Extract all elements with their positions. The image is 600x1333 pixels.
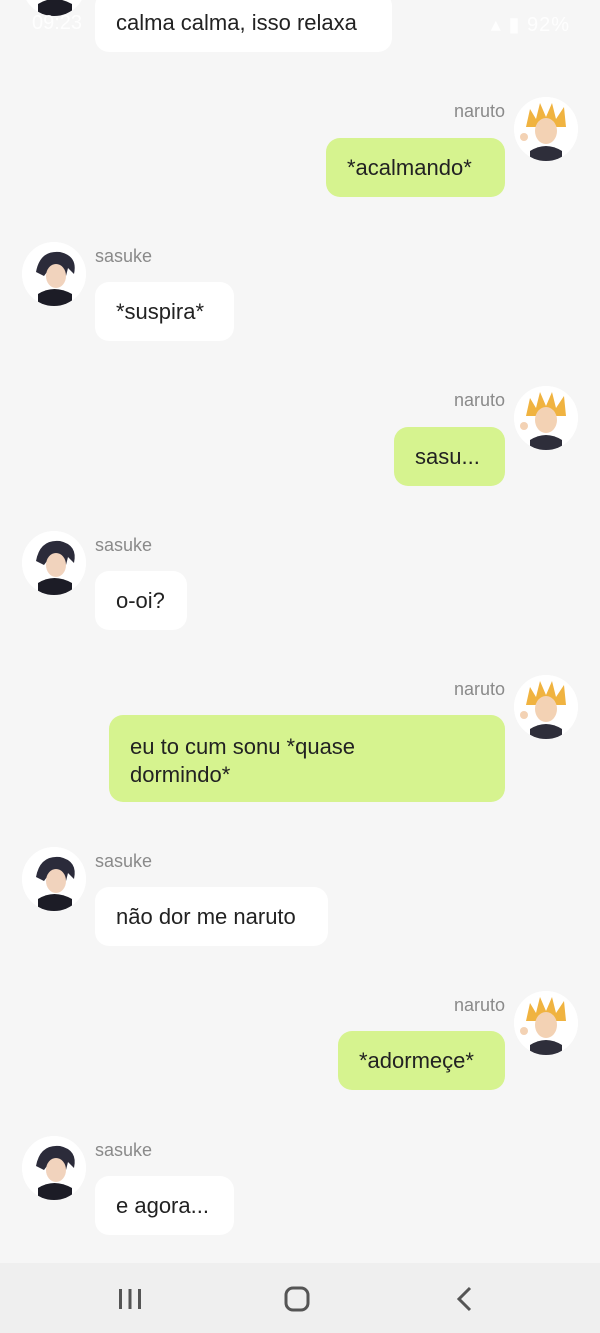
author-name: sasuke [95, 246, 153, 266]
author-name: naruto [453, 101, 505, 121]
author-name: naruto [453, 390, 505, 410]
navigation-bar [0, 1263, 600, 1333]
avatar-sasuke[interactable] [22, 531, 86, 595]
message-bubble[interactable]: não dor me naruto [95, 887, 328, 946]
status-icons: ▴ ▮ 92% [491, 12, 570, 37]
message-bubble[interactable]: sasu... [394, 427, 505, 486]
author-name: sasuke [95, 1140, 153, 1160]
home-icon[interactable] [277, 1279, 317, 1319]
avatar-sasuke[interactable] [22, 242, 86, 306]
message-text: sasu... [415, 444, 480, 469]
author-name: sasuke [95, 851, 153, 871]
message-bubble[interactable]: eu to cum sonu *quase dormindo* [109, 715, 505, 802]
recent-apps-icon[interactable] [110, 1279, 150, 1319]
avatar-sasuke[interactable] [22, 847, 86, 911]
message-text: e agora... [116, 1193, 209, 1218]
avatar-sasuke[interactable] [22, 1136, 86, 1200]
author-name: naruto [453, 995, 505, 1015]
message-bubble[interactable]: *suspira* [95, 282, 234, 341]
message-bubble[interactable]: *acalmando* [326, 138, 505, 197]
author-name: sasuke [95, 535, 153, 555]
message-text: eu to cum sonu *quase dormindo* [130, 734, 356, 787]
author-name: naruto [453, 679, 505, 699]
wifi-icon: ▴ [490, 14, 502, 36]
message-text: *suspira* [116, 299, 205, 324]
avatar-naruto[interactable] [514, 675, 578, 739]
avatar-naruto[interactable] [514, 97, 578, 161]
message-text: o-oi? [116, 588, 165, 613]
message-text: não dor me naruto [116, 904, 296, 929]
status-bar: 09:23 ▴ ▮ 92% [0, 0, 600, 46]
message-bubble[interactable]: e agora... [95, 1176, 234, 1235]
message-bubble[interactable]: *adormeçe* [338, 1031, 505, 1090]
message-bubble[interactable]: o-oi? [95, 571, 187, 630]
signal-icon: ▮ [508, 14, 521, 36]
avatar-naruto[interactable] [514, 386, 578, 450]
message-text: *adormeçe* [359, 1048, 474, 1073]
status-time: 09:23 [32, 12, 83, 34]
avatar-naruto[interactable] [514, 991, 578, 1055]
battery-level: 92% [526, 14, 570, 36]
message-text: *acalmando* [347, 155, 472, 180]
back-icon[interactable] [445, 1279, 485, 1319]
